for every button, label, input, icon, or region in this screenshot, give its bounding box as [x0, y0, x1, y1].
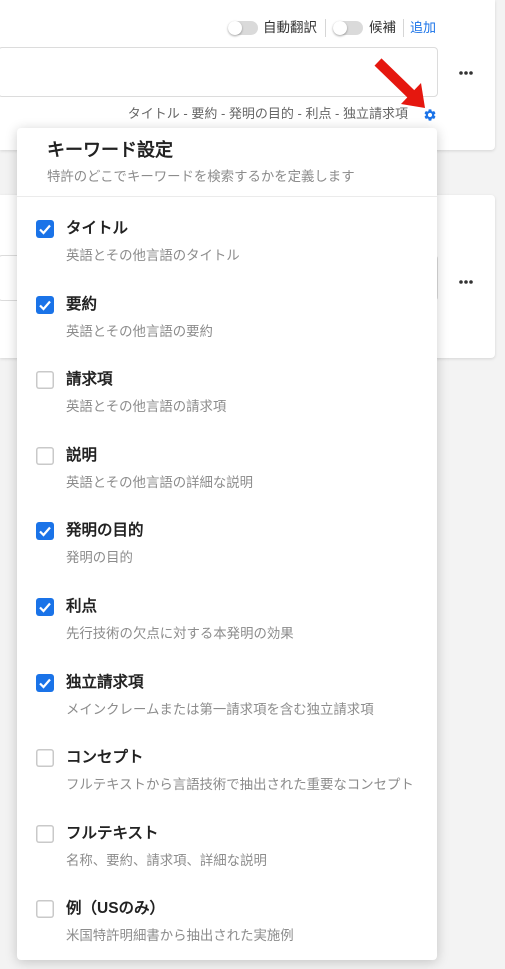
option-description-text: 名称、要約、請求項、詳細な説明	[66, 852, 267, 868]
option-abstract[interactable]: 要約 英語とその他言語の要約	[17, 291, 437, 367]
more-options-icon-2[interactable]	[459, 279, 473, 285]
option-description-text: 米国特許明細書から抽出された実施例	[66, 928, 294, 944]
option-label: 発明の目的	[66, 522, 144, 540]
checkbox[interactable]	[36, 824, 54, 843]
suggestions-toggle[interactable]	[333, 21, 363, 35]
annotation-arrow	[374, 58, 425, 108]
option-description-text: 英語とその他言語の請求項	[66, 399, 227, 415]
checkbox[interactable]	[36, 371, 54, 390]
option-label: 利点	[66, 597, 98, 615]
option-object-of-invention[interactable]: 発明の目的 発明の目的	[17, 517, 437, 593]
option-label: コンセプト	[66, 749, 144, 767]
option-label: 要約	[66, 295, 98, 313]
option-independent-claims[interactable]: 独立請求項 メインクレームまたは第一請求項を含む独立請求項	[17, 669, 437, 745]
checkbox[interactable]	[36, 749, 54, 768]
option-concepts[interactable]: コンセプト フルテキストから言語技術で抽出された重要なコンセプト	[17, 744, 437, 820]
check-icon	[39, 678, 51, 689]
add-link[interactable]: 追加	[410, 19, 436, 37]
option-description-text: フルテキストから言語技術で抽出された重要なコンセプト	[66, 777, 414, 793]
dropdown-subtitle: 特許のどこでキーワードを検索するかを定義します	[47, 169, 355, 184]
check-icon	[39, 300, 51, 311]
option-title[interactable]: タイトル 英語とその他言語のタイトル	[17, 215, 437, 291]
checkbox[interactable]	[36, 900, 54, 919]
option-label: 例（USのみ）	[66, 900, 166, 918]
option-label: タイトル	[66, 220, 129, 237]
auto-translate-toggle[interactable]	[228, 21, 258, 35]
option-label: 独立請求項	[66, 673, 144, 691]
option-description-text: メインクレームまたは第一請求項を含む独立請求項	[66, 701, 374, 717]
keyword-field-list: タイトル 英語とその他言語のタイトル 要約 英語とその他言語の要約 請求項 英語…	[17, 215, 437, 955]
divider	[325, 19, 326, 37]
checkbox[interactable]	[36, 220, 54, 238]
suggestions-label: 候補	[369, 20, 396, 35]
divider	[403, 19, 404, 37]
checkbox[interactable]	[36, 295, 54, 314]
option-description-text: 先行技術の欠点に対する本発明の効果	[66, 625, 294, 641]
check-icon	[39, 224, 51, 235]
checkbox[interactable]	[36, 522, 54, 541]
toggle-knob	[228, 21, 242, 35]
option-full-text[interactable]: フルテキスト 名称、要約、請求項、詳細な説明	[17, 820, 437, 896]
option-description-text: 英語とその他言語の要約	[66, 323, 213, 339]
option-description-text: 発明の目的	[66, 550, 133, 566]
option-label: 請求項	[66, 371, 113, 389]
option-description-text: 英語とその他言語のタイトル	[66, 248, 240, 263]
option-label: フルテキスト	[66, 824, 159, 842]
divider	[17, 196, 437, 197]
option-examples-us-only[interactable]: 例（USのみ） 米国特許明細書から抽出された実施例	[17, 895, 437, 955]
option-label: 説明	[66, 446, 98, 464]
option-advantages[interactable]: 利点 先行技術の欠点に対する本発明の効果	[17, 593, 437, 669]
checkbox[interactable]	[36, 597, 54, 616]
checkbox[interactable]	[36, 446, 54, 465]
toggle-knob	[333, 21, 347, 35]
more-options-icon[interactable]	[459, 70, 473, 76]
option-description[interactable]: 説明 英語とその他言語の詳細な説明	[17, 442, 437, 518]
auto-translate-label: 自動翻訳	[263, 20, 317, 35]
check-icon	[39, 527, 51, 537]
checkbox[interactable]	[36, 673, 54, 692]
search-fields-summary: タイトル - 要約 - 発明の目的 - 利点 - 独立請求項	[127, 106, 408, 121]
keyword-settings-dropdown: キーワード設定 特許のどこでキーワードを検索するかを定義します タイトル 英語と…	[17, 128, 437, 960]
dropdown-title: キーワード設定	[47, 140, 173, 160]
option-description-text: 英語とその他言語の詳細な説明	[66, 474, 254, 490]
check-icon	[39, 602, 51, 613]
option-claims[interactable]: 請求項 英語とその他言語の請求項	[17, 366, 437, 442]
